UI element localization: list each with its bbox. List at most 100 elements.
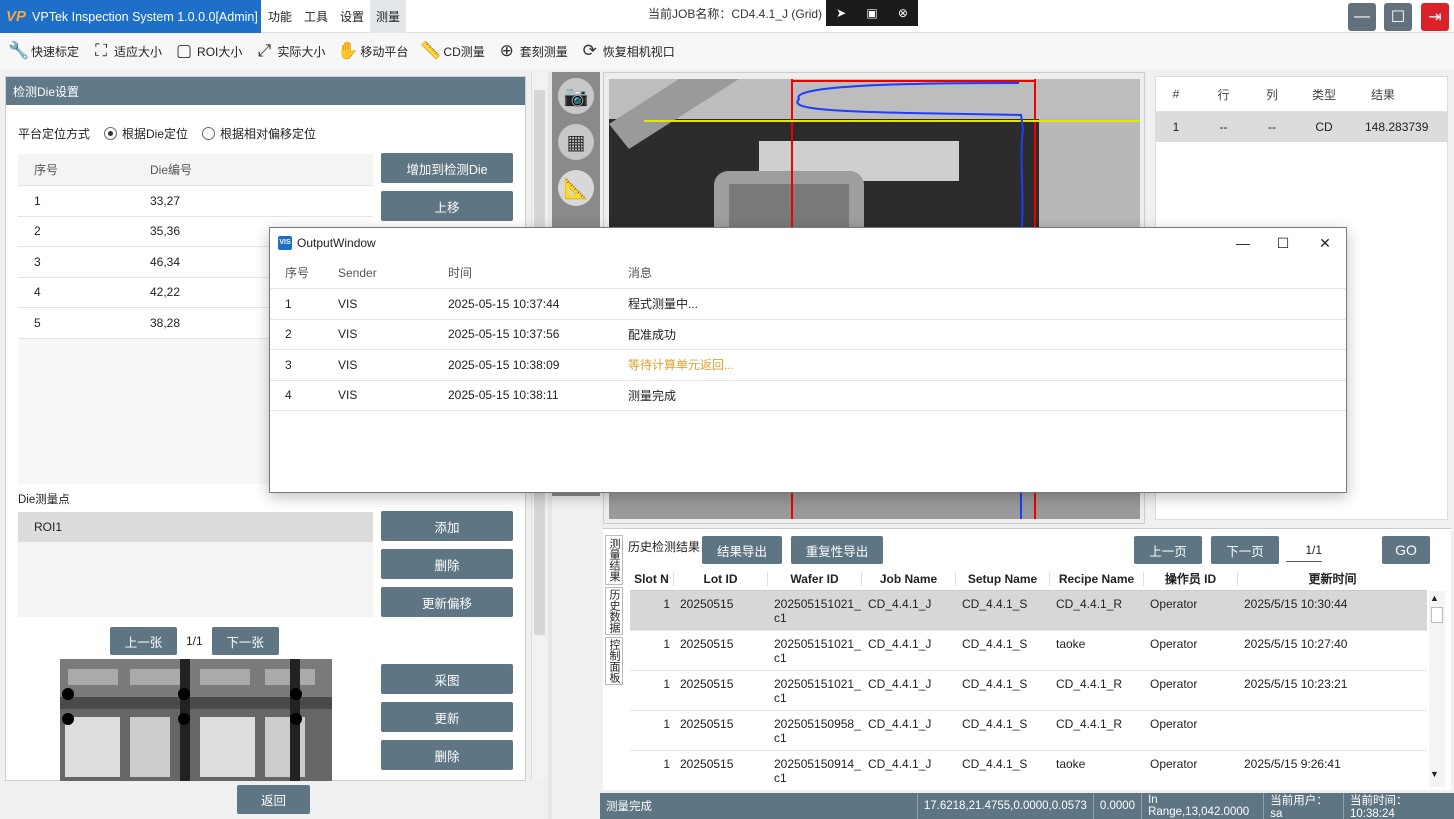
back-button[interactable]: 返回 — [237, 785, 310, 814]
table-row[interactable]: 1 20250515 202505150914_c1 CD_4.4.1_J CD_4.4… — [630, 751, 1427, 789]
toolbar: 🔧 快速标定 ⛶ 适应大小 ▢ ROI大小 ⤢ 实际大小 ✋ 移动平台 📏 CD测量 ⊕ 套刻… — [0, 33, 1454, 69]
table-header: 序号 Sender 时间 消息 — [270, 257, 1346, 289]
tab-measure-results[interactable]: 测量结果 — [605, 535, 623, 585]
menu-bar: 功能 工具 设置 测量 — [262, 0, 407, 33]
radio-dot — [202, 127, 216, 140]
cell-wafer: 202505151021_c1 — [774, 637, 861, 665]
add-die-button[interactable]: 增加到检测Die — [381, 153, 513, 183]
tool-cd-measure[interactable]: 📏 CD测量 — [420, 41, 484, 61]
cell-lot: 20250515 — [680, 637, 734, 651]
output-window-titlebar[interactable]: VIS OutputWindow — [270, 228, 1346, 257]
table-row[interactable]: 3 VIS 2025-05-15 10:38:09 等待计算单元返回... — [270, 350, 1346, 381]
screen-icon[interactable]: ▣ — [866, 6, 877, 20]
tool-overlay-measure[interactable]: ⊕ 套刻测量 — [497, 41, 568, 61]
cell-lot: 20250515 — [680, 677, 734, 691]
export-repeatability-button[interactable]: 重复性导出 — [791, 536, 883, 564]
history-scrollbar[interactable]: ▲ ▼ — [1429, 591, 1445, 787]
cell-wafer: 202505150914_c1 — [774, 757, 861, 785]
tool-label: 移动平台 — [360, 44, 409, 59]
ow-maximize-icon[interactable]: ☐ — [1273, 233, 1293, 253]
next-image-button[interactable]: 下一张 — [211, 627, 279, 655]
tool-label: ROI大小 — [197, 44, 243, 59]
tool-fit-size[interactable]: ⛶ 适应大小 — [91, 41, 162, 61]
cell-col: -- — [1268, 120, 1276, 134]
media-bar: ➤ ▣ ⊗ — [826, 0, 918, 26]
add-button[interactable]: 添加 — [381, 511, 513, 541]
go-button[interactable]: GO — [1382, 536, 1430, 564]
app-brand: VP VPTek Inspection System 1.0.0.0[Admin… — [0, 0, 261, 33]
update-button[interactable]: 更新 — [381, 702, 513, 732]
pointer-icon[interactable]: ➤ — [836, 6, 846, 20]
delete-image-button[interactable]: 删除 — [381, 740, 513, 770]
page-input[interactable]: 1/1 — [1286, 538, 1322, 562]
position-mode: 平台定位方式 根据Die定位 根据相对偏移定位 — [18, 125, 316, 142]
close-circle-icon[interactable]: ⊗ — [898, 6, 908, 20]
menu-tools[interactable]: 工具 — [298, 0, 334, 33]
prev-page-button[interactable]: 上一页 — [1134, 536, 1202, 564]
tool-quick-calibrate[interactable]: 🔧 快速标定 — [8, 41, 79, 61]
delete-button[interactable]: 删除 — [381, 549, 513, 579]
update-offset-button[interactable]: 更新偏移 — [381, 587, 513, 617]
cell-time: 2025-05-15 10:38:11 — [448, 388, 559, 403]
status-bar: 测量完成 17.6218,21.4755,0.0000,0.0573 0.000… — [600, 793, 1454, 819]
cell-no: 1 — [34, 193, 41, 208]
thumbnail-pattern — [60, 659, 332, 781]
cell-no: 2 — [34, 224, 41, 239]
table-row[interactable]: 2 VIS 2025-05-15 10:37:56 配准成功 — [270, 320, 1346, 350]
cell-time: 2025-05-15 10:38:09 — [448, 357, 560, 372]
table-row[interactable]: 1 20250515 202505151021_c1 CD_4.4.1_J CD_4.4… — [630, 631, 1427, 671]
output-window[interactable]: VIS OutputWindow — ☐ ✕ 序号 Sender 时间 消息 1… — [269, 227, 1347, 493]
fit-icon: ⛶ — [95, 41, 107, 60]
roi-list: ROI1 — [18, 512, 373, 617]
scroll-thumb[interactable] — [1431, 607, 1443, 623]
ruler-tool-icon[interactable]: 📐 — [558, 170, 594, 206]
export-results-button[interactable]: 结果导出 — [702, 536, 782, 564]
ow-minimize-icon[interactable]: — — [1233, 233, 1253, 253]
ow-close-icon[interactable]: ✕ — [1315, 233, 1335, 253]
tool-label: 实际大小 — [277, 44, 326, 59]
output-rows: 1 VIS 2025-05-15 10:37:44 程式测量中... 2 VIS 2025-… — [270, 289, 1346, 411]
radio-label: 根据Die定位 — [122, 127, 189, 141]
camera-icon[interactable]: 📷 — [558, 78, 594, 114]
maximize-button[interactable]: ☐ — [1384, 3, 1412, 31]
capture-button[interactable]: 采图 — [381, 664, 513, 694]
cell-time: 2025/5/15 10:30:44 — [1244, 597, 1348, 611]
cell-recipe: taoke — [1056, 757, 1086, 771]
table-row[interactable]: 4 VIS 2025-05-15 10:38:11 测量完成 — [270, 381, 1346, 411]
cell-sender: VIS — [338, 296, 358, 311]
tab-control-panel[interactable]: 控制面板 — [605, 637, 623, 685]
panel-header: 检测Die设置 — [6, 77, 525, 105]
radio-offset-position[interactable]: 根据相对偏移定位 — [202, 125, 316, 142]
menu-measure[interactable]: 测量 — [370, 0, 407, 33]
cell-lot: 20250515 — [680, 757, 734, 771]
tab-history-data[interactable]: 历史数据 — [605, 587, 623, 635]
table-row[interactable]: 1 20250515 202505151021_c1 CD_4.4.1_J CD_4.4… — [630, 671, 1427, 711]
scroll-up-icon[interactable]: ▲ — [1430, 593, 1439, 603]
exit-button[interactable]: ⇥ — [1421, 3, 1449, 31]
list-item[interactable]: ROI1 — [18, 512, 373, 542]
minimize-button[interactable]: — — [1348, 3, 1376, 31]
tool-roi-size[interactable]: ▢ ROI大小 — [174, 41, 242, 61]
menu-function[interactable]: 功能 — [262, 0, 298, 33]
tool-restore-viewport[interactable]: ⟳ 恢复相机视口 — [580, 41, 675, 61]
scroll-down-icon[interactable]: ▼ — [1430, 769, 1439, 779]
tool-move-stage[interactable]: ✋ 移动平台 — [337, 41, 408, 61]
prev-image-button[interactable]: 上一张 — [110, 627, 177, 655]
next-page-button[interactable]: 下一页 — [1211, 536, 1279, 564]
menu-settings[interactable]: 设置 — [334, 0, 370, 33]
measure-point-label: Die测量点 — [18, 494, 70, 506]
move-up-button[interactable]: 上移 — [381, 191, 513, 221]
radio-die-position[interactable]: 根据Die定位 — [104, 125, 188, 142]
table-row[interactable]: 1 VIS 2025-05-15 10:37:44 程式测量中... — [270, 289, 1346, 320]
table-row[interactable]: 1 -- -- CD 148.283739 — [1156, 112, 1447, 142]
tool-actual-size[interactable]: ⤢ 实际大小 — [254, 41, 326, 61]
header-no: 序号 — [285, 266, 310, 280]
header-job: Job Name — [862, 571, 956, 586]
table-row[interactable]: 1 33,27 — [18, 186, 373, 217]
vis-logo: VIS — [278, 235, 292, 250]
table-row[interactable]: 1 20250515 202505150958_c1 CD_4.4.1_J CD_4.4… — [630, 711, 1427, 751]
table-row[interactable]: 1 20250515 202505151021_c1 CD_4.4.1_J CD_4.4… — [630, 591, 1427, 631]
job-title: 当前JOB名称：CD4.4.1_J (Grid) — [648, 6, 823, 21]
cell-lot: 20250515 — [680, 597, 734, 611]
grid-icon[interactable]: ▦ — [558, 124, 594, 160]
